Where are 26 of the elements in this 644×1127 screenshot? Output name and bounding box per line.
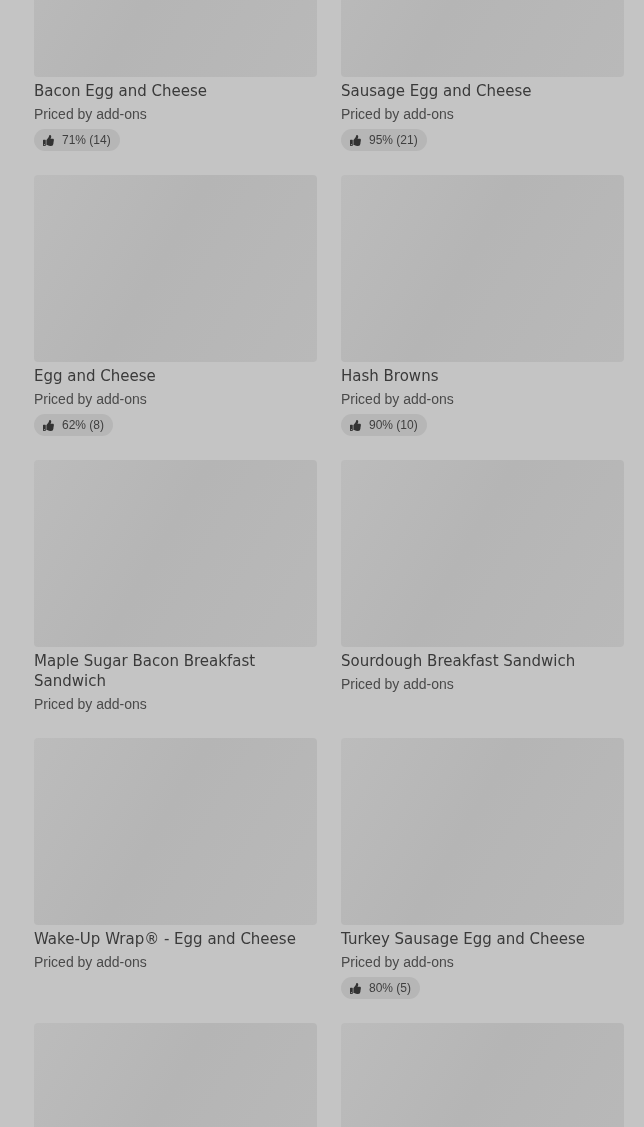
rating-text: 71% (14) [62,133,111,147]
rating-text: 95% (21) [369,133,418,147]
item-title: Bacon Egg and Cheese [34,81,207,101]
rating-text: 80% (5) [369,981,412,995]
item-title: Turkey Sausage Egg and Cheese [341,929,586,949]
rating-text: 90% (10) [369,418,418,432]
item-price: Priced by add-ons [341,675,454,694]
item-price: Priced by add-ons [341,390,454,409]
item-title: Sausage Egg and Cheese [341,81,532,101]
thumbs-up-icon [43,134,54,146]
item-title: Sourdough Breakfast Sandwich [341,651,576,671]
thumbs-up-icon [350,419,361,431]
thumbs-up-icon [350,134,361,146]
item-price: Priced by add-ons [341,105,454,124]
item-title: Hash Browns [341,366,439,386]
item-price: Priced by add-ons [341,953,454,972]
item-title: Wake-Up Wrap® - Egg and Cheese [34,929,296,949]
thumbs-up-icon [43,419,54,431]
thumbs-up-icon [350,982,361,994]
item-price: Priced by add-ons [34,390,147,409]
item-title: Egg and Cheese [34,366,156,386]
rating-text: 62% (8) [62,418,105,432]
item-price: Priced by add-ons [34,953,147,972]
item-title: Maple Sugar Bacon Breakfast Sandwich [34,651,257,691]
item-price: Priced by add-ons [34,105,147,124]
item-price: Priced by add-ons [34,695,147,714]
